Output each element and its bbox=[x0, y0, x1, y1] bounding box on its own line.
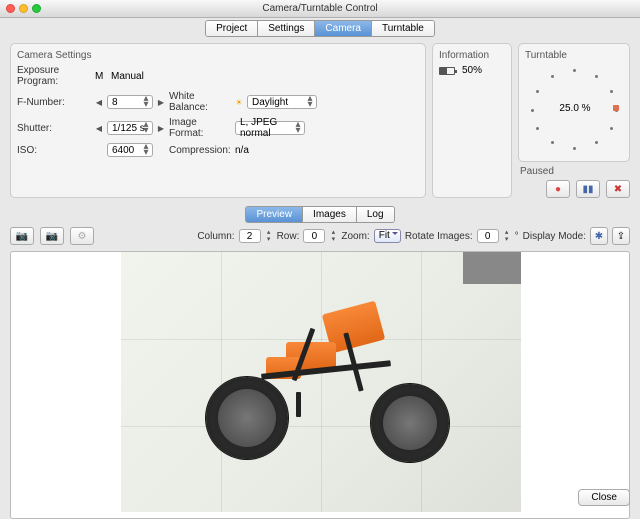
zoom-select[interactable]: Fit bbox=[374, 229, 401, 243]
tab-settings[interactable]: Settings bbox=[258, 21, 315, 36]
camera-settings-panel: Camera Settings Exposure Program: M Manu… bbox=[10, 43, 426, 198]
rotate-unit: ° bbox=[515, 231, 519, 242]
whitebalance-icon: ☀ bbox=[235, 98, 243, 107]
exposure-program-label: Exposure Program: bbox=[17, 65, 91, 87]
view-tabs: Preview Images Log bbox=[245, 206, 394, 223]
turntable-panel: Turntable 25.0 % bbox=[518, 43, 630, 162]
person-icon: ✱ bbox=[595, 231, 603, 242]
close-button[interactable]: Close bbox=[578, 489, 630, 506]
turntable-marker-icon bbox=[613, 105, 619, 111]
iso-label: ISO: bbox=[17, 145, 91, 156]
display-mode-person-button[interactable]: ✱ bbox=[590, 227, 608, 245]
tab-project[interactable]: Project bbox=[206, 21, 258, 36]
tab-turntable[interactable]: Turntable bbox=[372, 21, 434, 36]
tab-camera[interactable]: Camera bbox=[315, 21, 372, 36]
rotate-label: Rotate Images: bbox=[405, 231, 473, 242]
column-label: Column: bbox=[197, 231, 234, 242]
paused-label: Paused bbox=[520, 166, 630, 177]
information-panel: Information 50% bbox=[432, 43, 512, 198]
turntable-header: Turntable bbox=[525, 50, 623, 61]
display-mode-export-button[interactable]: ⇪ bbox=[612, 227, 630, 245]
shutter-label: Shutter: bbox=[17, 123, 91, 134]
shutter-stepper-right[interactable]: ▶ bbox=[157, 124, 165, 133]
preview-subject bbox=[206, 302, 456, 482]
battery-icon bbox=[439, 67, 455, 75]
column-stepper[interactable]: ▴▾ bbox=[265, 229, 273, 243]
turntable-progress: 25.0 % bbox=[525, 103, 625, 114]
exposure-program-value: Manual bbox=[111, 71, 144, 82]
stop-button[interactable]: ✖ bbox=[606, 180, 630, 198]
white-balance-field[interactable]: Daylight▴▾ bbox=[247, 95, 317, 109]
exposure-program-prefix: M bbox=[95, 71, 107, 82]
image-format-label: Image Format: bbox=[169, 117, 231, 139]
main-tabs: Project Settings Camera Turntable bbox=[205, 20, 435, 37]
rotate-stepper[interactable]: ▴▾ bbox=[503, 229, 511, 243]
preview-thumbnail bbox=[463, 252, 521, 284]
display-mode-label: Display Mode: bbox=[523, 231, 586, 242]
fnumber-stepper-right[interactable]: ▶ bbox=[157, 98, 165, 107]
camera-icon: 📷 bbox=[16, 231, 28, 242]
pause-button[interactable]: ▮▮ bbox=[576, 180, 600, 198]
shutter-field[interactable]: 1/125 s▴▾ bbox=[107, 121, 153, 135]
zoom-label: Zoom: bbox=[341, 231, 369, 242]
shutter-stepper-left[interactable]: ◀ bbox=[95, 124, 103, 133]
image-format-field[interactable]: L, JPEG normal▴▾ bbox=[235, 121, 305, 135]
fnumber-field[interactable]: 8▴▾ bbox=[107, 95, 153, 109]
tab-preview[interactable]: Preview bbox=[246, 207, 303, 222]
export-icon: ⇪ bbox=[617, 231, 625, 242]
column-field[interactable] bbox=[239, 229, 261, 243]
camera2-icon: 📷 bbox=[46, 231, 58, 242]
white-balance-label: White Balance: bbox=[169, 91, 231, 113]
camera2-button[interactable]: 📷 bbox=[40, 227, 64, 245]
iso-field[interactable]: 6400▴▾ bbox=[107, 143, 153, 157]
camera-settings-header: Camera Settings bbox=[17, 50, 419, 61]
rotate-field[interactable] bbox=[477, 229, 499, 243]
turntable-dial[interactable]: 25.0 % bbox=[525, 65, 625, 155]
compression-value: n/a bbox=[235, 145, 249, 156]
tab-log[interactable]: Log bbox=[357, 207, 394, 222]
row-field[interactable] bbox=[303, 229, 325, 243]
preview-image bbox=[121, 252, 521, 512]
capture-button[interactable]: 📷 bbox=[10, 227, 34, 245]
preview-area[interactable] bbox=[10, 251, 630, 519]
window-title: Camera/Turntable Control bbox=[0, 3, 640, 14]
battery-level: 50% bbox=[462, 65, 482, 76]
compression-label: Compression: bbox=[169, 145, 231, 156]
information-header: Information bbox=[439, 50, 505, 61]
row-stepper[interactable]: ▴▾ bbox=[329, 229, 337, 243]
fnumber-stepper-left[interactable]: ◀ bbox=[95, 98, 103, 107]
record-button[interactable]: ● bbox=[546, 180, 570, 198]
tab-images[interactable]: Images bbox=[303, 207, 357, 222]
row-label: Row: bbox=[277, 231, 300, 242]
settings-button[interactable]: ⚙ bbox=[70, 227, 94, 245]
gear-icon: ⚙ bbox=[78, 231, 87, 242]
fnumber-label: F-Number: bbox=[17, 97, 91, 108]
